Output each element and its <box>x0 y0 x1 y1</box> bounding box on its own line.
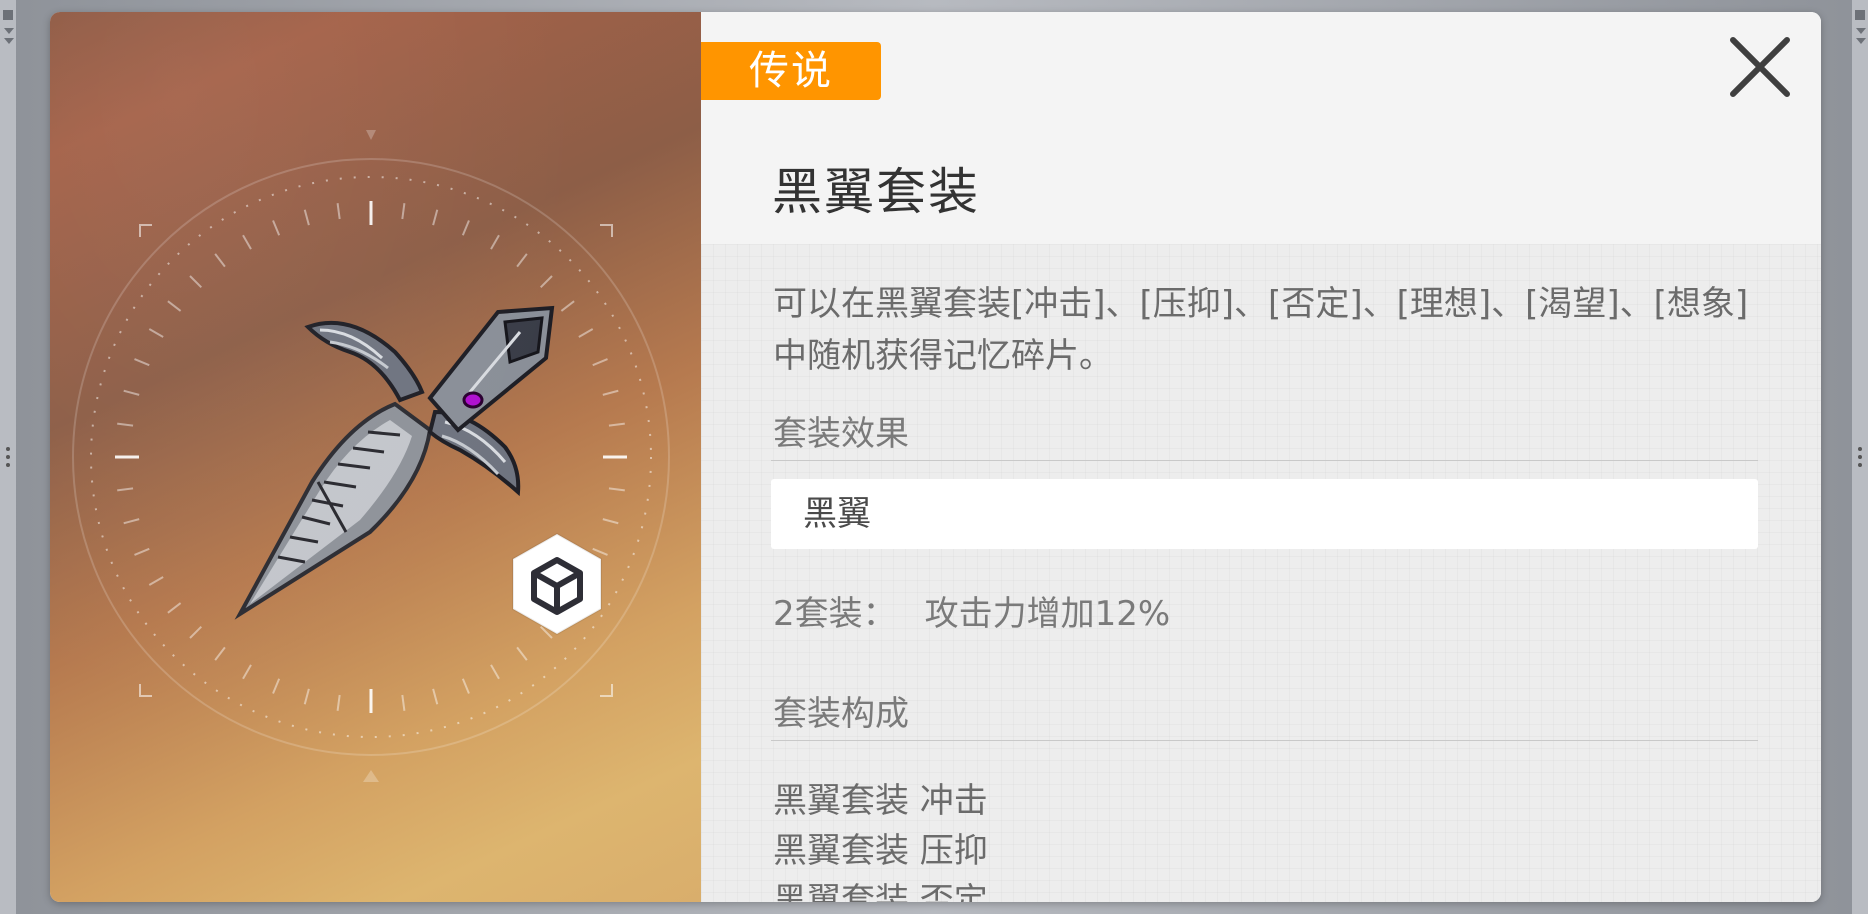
close-icon <box>1730 37 1790 97</box>
black-wing-dagger-icon <box>234 305 555 620</box>
right-window-edge <box>1852 0 1868 914</box>
grip-dot-icon <box>1858 447 1862 451</box>
edge-square-icon <box>3 10 13 20</box>
cube-icon <box>512 532 602 636</box>
reticle-ring <box>72 158 670 756</box>
item-art <box>72 130 670 782</box>
divider <box>771 740 1758 741</box>
grip-dot-icon <box>6 447 10 451</box>
grip-dot-icon <box>1858 463 1862 467</box>
grip-dot-icon <box>1858 455 1862 459</box>
item-description: 可以在黑翼套装[冲击]、[压抑]、[否定]、[理想]、[渴望]、[想象]中随机获… <box>773 284 1749 376</box>
item-info-panel: 传说 黑翼套装 可以在黑翼套装[冲击]、[压抑]、[否定]、[理想]、[渴望]、… <box>701 12 1821 902</box>
divider <box>771 460 1758 461</box>
marker-top-icon <box>366 130 376 140</box>
set-bonus-value: 攻击力增加12% <box>924 594 1171 634</box>
edge-arrow-icon <box>1856 28 1866 34</box>
grip-dot-icon <box>6 455 10 459</box>
set-bonus-label: 2套装： <box>773 594 897 634</box>
set-name-box: 黑翼 <box>771 479 1758 549</box>
edge-arrow-icon <box>4 38 14 44</box>
item-art-panel <box>50 12 701 902</box>
set-bonus: 2套装： 攻击力增加12% <box>773 586 1170 635</box>
edge-square-icon <box>1855 10 1865 20</box>
list-item: 黑翼套装 冲击 <box>773 781 988 821</box>
grip-dot-icon <box>6 463 10 467</box>
left-window-edge <box>0 0 16 914</box>
info-header: 传说 黑翼套装 <box>701 12 1821 245</box>
edge-arrow-icon <box>1856 38 1866 44</box>
list-item: 黑翼套装 否定 <box>773 881 988 902</box>
rarity-badge: 传说 <box>701 42 881 100</box>
item-detail-modal: 传说 黑翼套装 可以在黑翼套装[冲击]、[压抑]、[否定]、[理想]、[渴望]、… <box>50 12 1821 902</box>
marker-bottom-icon <box>363 770 379 782</box>
edge-arrow-icon <box>4 28 14 34</box>
close-button[interactable] <box>1727 34 1793 100</box>
frame-corners <box>139 224 613 697</box>
set-components-list: 黑翼套装 冲击 黑翼套装 压抑 黑翼套装 否定 <box>773 776 988 902</box>
set-effect-heading: 套装效果 <box>773 414 909 454</box>
set-name: 黑翼 <box>803 494 871 534</box>
set-components-heading: 套装构成 <box>773 694 909 734</box>
info-body[interactable]: 可以在黑翼套装[冲击]、[压抑]、[否定]、[理想]、[渴望]、[想象]中随机获… <box>701 244 1821 902</box>
item-title: 黑翼套装 <box>772 163 980 221</box>
list-item: 黑翼套装 压抑 <box>773 831 988 871</box>
